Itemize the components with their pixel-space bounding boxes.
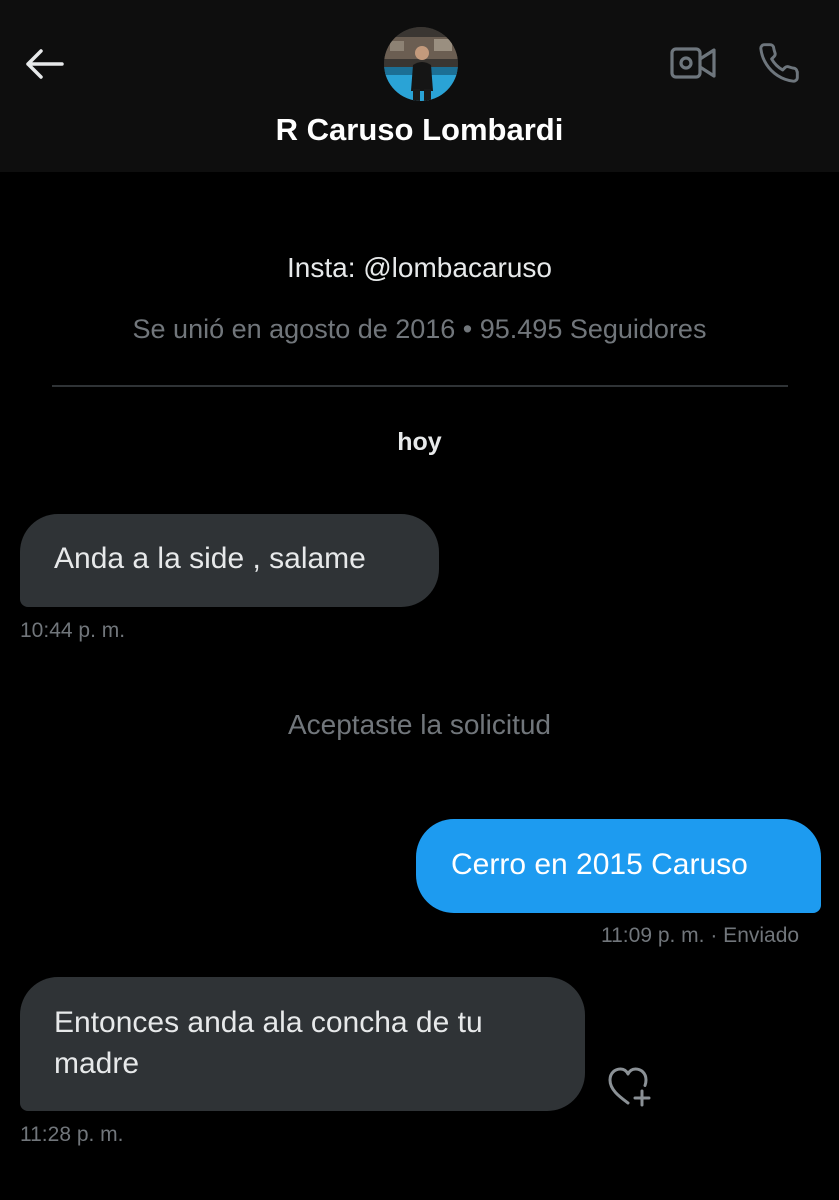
message-time: 11:09 p. m.	[601, 924, 705, 947]
profile-bio: Insta: @lombacaruso	[287, 252, 552, 283]
conversation-header: R Caruso Lombardi	[0, 0, 839, 172]
add-reaction-button[interactable]	[604, 1062, 656, 1112]
divider	[52, 385, 788, 387]
avatar[interactable]	[384, 27, 458, 101]
avatar-photo	[384, 27, 458, 101]
phone-icon	[759, 43, 799, 83]
heart-plus-icon	[608, 1067, 651, 1107]
sent-message-bubble[interactable]: Cerro en 2015 Caruso	[416, 819, 821, 913]
back-button[interactable]	[20, 40, 68, 88]
contact-name[interactable]: R Caruso Lombardi	[0, 112, 839, 148]
video-call-button[interactable]	[666, 38, 720, 88]
day-label: hoy	[397, 428, 442, 456]
message-text: Entonces anda ala concha de tu madre	[54, 1006, 483, 1080]
message-timestamp: 11:28 p. m.	[20, 1123, 124, 1146]
message-timestamp: 10:44 p. m.	[20, 619, 126, 642]
message-text: Cerro en 2015 Caruso	[451, 848, 748, 881]
received-message-bubble[interactable]: Entonces anda ala concha de tu madre	[20, 977, 585, 1111]
received-message-bubble[interactable]: Anda a la side , salame	[20, 514, 439, 607]
message-text: Anda a la side , salame	[54, 542, 366, 575]
voice-call-button[interactable]	[752, 36, 806, 90]
arrow-left-icon	[26, 49, 64, 79]
message-status: · Enviado	[710, 924, 800, 947]
video-camera-icon	[670, 47, 716, 79]
system-message: Aceptaste la solicitud	[287, 709, 552, 740]
message-timestamp: 11:09 p. m. · Enviado	[601, 924, 799, 948]
profile-meta: Se unió en agosto de 2016 • 95.495 Segui…	[132, 314, 707, 344]
